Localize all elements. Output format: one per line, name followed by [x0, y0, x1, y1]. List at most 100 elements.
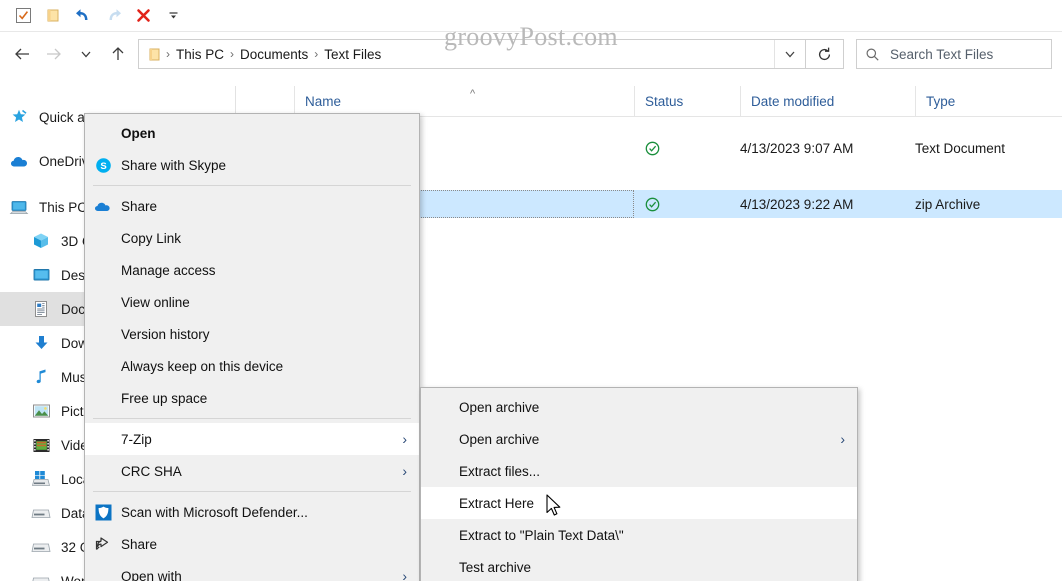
music-note-icon	[30, 367, 52, 387]
quick-access-toolbar	[0, 0, 1062, 32]
context-menu-item-version-history[interactable]: Version history	[85, 318, 419, 350]
context-menu: Open S Share with Skype Share Copy Link	[84, 113, 420, 581]
context-menu-item-label: Share	[121, 536, 158, 552]
onedrive-cloud-icon	[93, 196, 113, 216]
context-menu-item-share-with-skype[interactable]: S Share with Skype	[85, 149, 419, 181]
new-folder-button[interactable]	[38, 3, 68, 29]
breadcrumb-item-this-pc[interactable]: This PC	[171, 45, 229, 64]
onedrive-cloud-icon	[8, 151, 30, 171]
file-date-cell: 4/13/2023 9:07 AM	[740, 140, 854, 156]
search-input[interactable]: Search Text Files	[890, 47, 993, 62]
context-menu-item-label: Manage access	[121, 262, 216, 278]
submenu-item-label: Extract Here	[459, 495, 535, 511]
address-dropdown-button[interactable]	[774, 40, 805, 68]
context-menu-item-label: Scan with Microsoft Defender...	[121, 504, 308, 520]
forward-button[interactable]	[38, 39, 70, 69]
column-header-status-label: Status	[645, 94, 684, 109]
submenu-item-open-archive[interactable]: Open archive	[421, 391, 857, 423]
desktop-icon	[30, 265, 52, 285]
file-explorer-window: › This PC › Documents › Text Files Searc…	[0, 0, 1062, 581]
videos-filmstrip-icon	[30, 435, 52, 455]
drive-icon	[30, 571, 52, 581]
properties-button[interactable]	[8, 3, 38, 29]
recent-locations-button[interactable]	[70, 39, 102, 69]
folder-icon	[147, 47, 163, 62]
context-menu-item-label: 7-Zip	[121, 431, 152, 447]
customize-toolbar-button[interactable]	[158, 3, 188, 29]
context-menu-item-crc-sha[interactable]: CRC SHA ›	[85, 455, 419, 487]
back-button[interactable]	[6, 39, 38, 69]
undo-arrow-icon	[75, 9, 87, 20]
chevron-right-icon: ›	[840, 431, 845, 447]
context-menu-separator	[93, 491, 411, 492]
context-menu-item-label: Version history	[121, 326, 210, 342]
drive-icon	[30, 503, 52, 523]
quick-access-star-icon	[8, 107, 30, 127]
context-menu-item-share-windows[interactable]: Share	[85, 528, 419, 560]
breadcrumb-item-documents[interactable]: Documents	[235, 45, 313, 64]
column-header-type[interactable]: Type	[915, 86, 1062, 117]
submenu-item-extract-here[interactable]: Extract Here	[421, 487, 857, 519]
column-header-type-label: Type	[926, 94, 956, 109]
context-menu-item-label: View online	[121, 294, 190, 310]
up-arrow-icon	[112, 47, 124, 60]
submenu-item-extract-to-folder[interactable]: Extract to "Plain Text Data\"	[421, 519, 857, 551]
column-header-date-modified-label: Date modified	[751, 94, 835, 109]
context-menu-item-label: Open with	[121, 568, 182, 581]
context-menu-separator	[93, 185, 411, 186]
forward-arrow-icon	[47, 48, 61, 60]
available-offline-check-icon	[645, 141, 660, 155]
submenu-item-test-archive[interactable]: Test archive	[421, 551, 857, 581]
file-type-cell: zip Archive	[915, 196, 981, 212]
share-arrow-icon	[93, 534, 113, 554]
context-menu-item-label: Share with Skype	[121, 157, 227, 173]
back-arrow-icon	[15, 48, 29, 60]
column-header-date-modified[interactable]: Date modified	[740, 86, 915, 117]
context-menu-item-7-zip[interactable]: 7-Zip ›	[85, 423, 419, 455]
context-menu-item-free-up-space[interactable]: Free up space	[85, 382, 419, 414]
submenu-item-label: Open archive	[459, 399, 540, 415]
context-menu-item-open[interactable]: Open	[85, 117, 419, 149]
pictures-icon	[30, 401, 52, 421]
context-menu-item-always-keep-on-this-device[interactable]: Always keep on this device	[85, 350, 419, 382]
context-menu-item-label: Share	[121, 198, 158, 214]
context-menu-item-label: Copy Link	[121, 230, 182, 246]
this-pc-monitor-icon	[8, 197, 30, 217]
chevron-down-icon	[785, 51, 795, 58]
submenu-item-extract-files[interactable]: Extract files...	[421, 455, 857, 487]
file-type-cell: Text Document	[915, 140, 1006, 156]
chevron-down-icon	[81, 51, 91, 58]
breadcrumb: › This PC › Documents › Text Files	[139, 40, 774, 68]
redo-button[interactable]	[98, 3, 128, 29]
documents-icon	[30, 299, 52, 319]
refresh-icon	[818, 47, 831, 60]
submenu-item-label: Open archive	[459, 431, 540, 447]
undo-button[interactable]	[68, 3, 98, 29]
search-box[interactable]: Search Text Files	[856, 39, 1052, 69]
context-menu-item-copy-link[interactable]: Copy Link	[85, 222, 419, 254]
context-menu-item-label: Open	[121, 125, 156, 141]
column-header-status[interactable]: Status	[634, 86, 740, 117]
context-menu-item-open-with[interactable]: Open with ›	[85, 560, 419, 581]
address-bar[interactable]: › This PC › Documents › Text Files	[138, 39, 806, 69]
windows-drive-icon	[30, 469, 52, 489]
delete-button[interactable]	[128, 3, 158, 29]
context-menu-item-view-online[interactable]: View online	[85, 286, 419, 318]
context-menu-item-share[interactable]: Share	[85, 190, 419, 222]
submenu-item-label: Extract files...	[459, 463, 541, 479]
refresh-button[interactable]	[806, 39, 844, 69]
up-button[interactable]	[102, 39, 134, 69]
submenu-item-label: Extract to "Plain Text Data\"	[459, 527, 624, 543]
context-menu-item-scan-with-microsoft-defender[interactable]: Scan with Microsoft Defender...	[85, 496, 419, 528]
shield-defender-icon	[93, 502, 113, 522]
file-status-cell	[634, 134, 740, 162]
submenu-item-open-archive-with[interactable]: Open archive ›	[421, 423, 857, 455]
sidebar-item-label: This PC	[39, 199, 88, 215]
downloads-arrow-icon	[30, 333, 52, 353]
breadcrumb-item-text-files[interactable]: Text Files	[319, 45, 386, 64]
delete-x-icon	[136, 9, 150, 22]
3d-objects-cube-icon	[30, 231, 52, 251]
available-offline-check-icon	[645, 197, 660, 211]
chevron-right-icon: ›	[402, 431, 407, 447]
context-menu-item-manage-access[interactable]: Manage access	[85, 254, 419, 286]
